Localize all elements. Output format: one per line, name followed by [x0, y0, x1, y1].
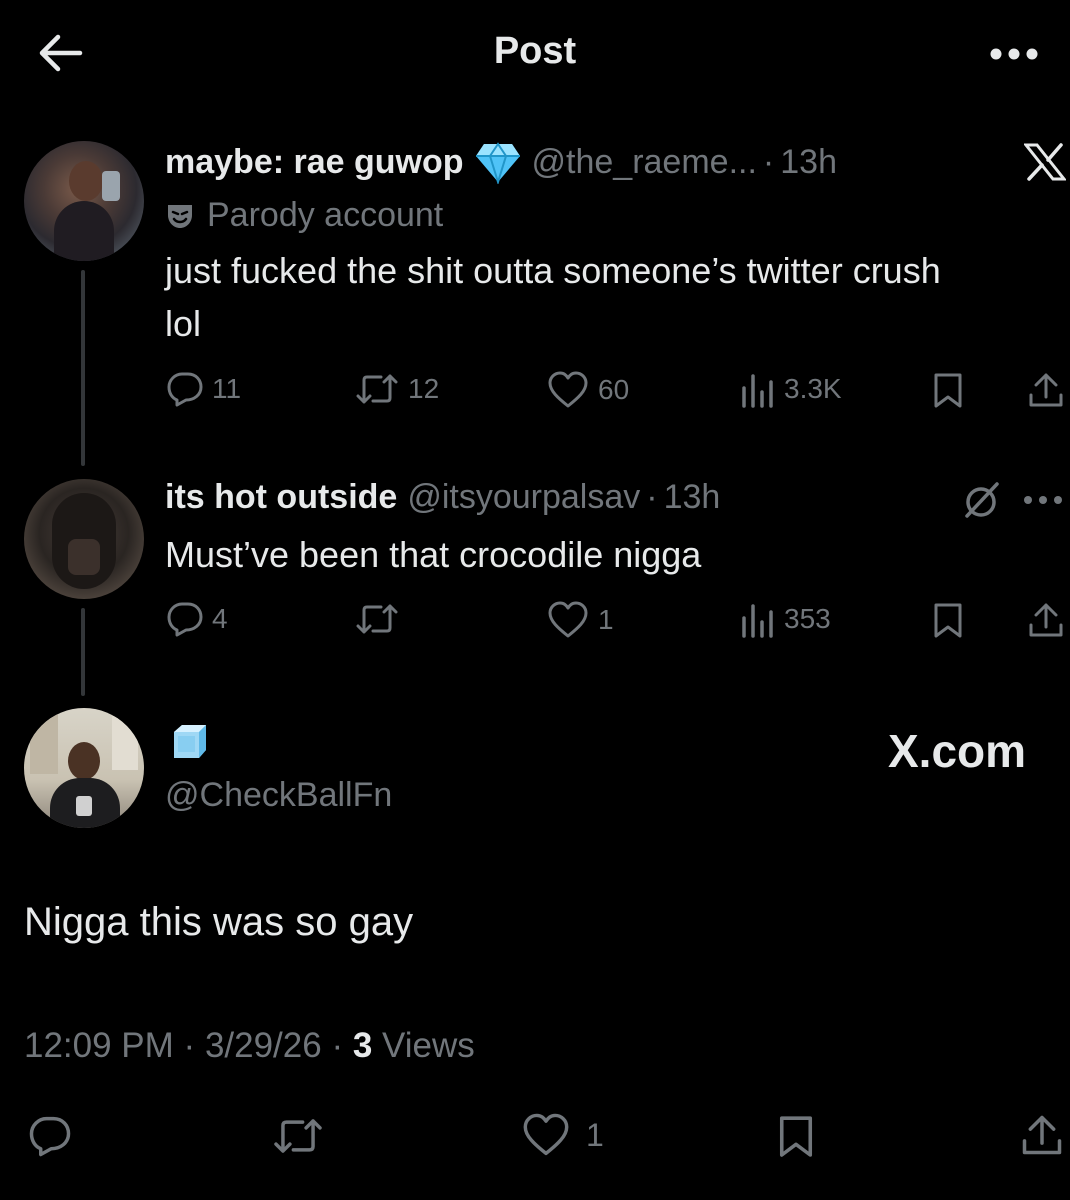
avatar[interactable]: [24, 141, 144, 261]
bookmark-icon: [779, 1116, 813, 1157]
thread-line: [81, 608, 85, 696]
bookmark-icon: [934, 603, 962, 638]
share-icon: [1029, 373, 1063, 407]
repost-icon: [356, 374, 398, 404]
repost-button[interactable]: 12: [354, 370, 439, 408]
tweet-header: its hot outside @itsyourpalsav · 13h: [165, 478, 720, 517]
x-logo-icon: [1024, 143, 1066, 181]
like-icon: [548, 601, 588, 638]
handle[interactable]: @CheckBallFn: [165, 776, 392, 815]
watermark: X.com: [888, 725, 1027, 777]
views-count: 353: [784, 603, 831, 634]
display-name[interactable]: maybe: rae guwop: [165, 143, 464, 182]
parody-label: Parody account: [207, 196, 444, 234]
grok-button[interactable]: [958, 478, 1004, 522]
separator-dot: ·: [183, 1026, 205, 1065]
like-count: 1: [598, 604, 614, 635]
handle[interactable]: @itsyourpalsav: [407, 478, 640, 517]
repost-icon: [274, 1119, 322, 1153]
like-count: 1: [586, 1116, 604, 1153]
reply-count: 11: [212, 373, 242, 404]
reply-button[interactable]: 11: [166, 370, 241, 408]
timestamp[interactable]: 13h: [780, 143, 837, 182]
reply-icon: [29, 1116, 71, 1157]
share-button[interactable]: [1018, 1110, 1066, 1160]
like-button[interactable]: 1: [546, 600, 614, 640]
views-count: 3.3K: [784, 373, 842, 404]
like-icon: [548, 371, 588, 408]
more-button[interactable]: [984, 36, 1044, 72]
main-tweet-text: Nigga this was so gay: [24, 900, 414, 944]
more-button[interactable]: [1020, 486, 1066, 514]
share-icon: [1029, 603, 1063, 637]
post-date: 3/29/26: [204, 1026, 322, 1065]
more-icon: [990, 48, 1038, 60]
views-label: Views: [382, 1026, 475, 1065]
reply-icon: [167, 602, 203, 637]
reply-button[interactable]: [24, 1112, 76, 1160]
tweet-text: Must’ve been that crocodile nigga: [165, 534, 702, 575]
views-icon: [742, 604, 773, 638]
bookmark-button[interactable]: [928, 370, 968, 410]
views-icon: [742, 374, 773, 408]
reply-button[interactable]: 4: [166, 600, 228, 638]
parody-label-row: Parody account: [165, 196, 443, 235]
timestamp[interactable]: 13h: [664, 478, 721, 517]
like-icon: [523, 1113, 569, 1156]
like-button[interactable]: 1: [520, 1112, 604, 1158]
separator-dot: ·: [331, 1026, 353, 1065]
page-title: Post: [493, 30, 577, 72]
bookmark-button[interactable]: [772, 1112, 820, 1160]
repost-count: 12: [408, 373, 440, 404]
display-name[interactable]: its hot outside: [165, 478, 397, 517]
separator-dot: ·: [646, 478, 658, 516]
parody-mask-icon: [168, 204, 192, 228]
like-button[interactable]: 60: [546, 370, 629, 410]
views-number: 3: [352, 1026, 373, 1065]
more-icon: [1024, 496, 1062, 504]
diamond-emoji-icon: [475, 142, 520, 184]
handle-row: @CheckBallFn: [165, 776, 392, 815]
handle[interactable]: @the_raeme...: [532, 143, 757, 182]
share-button[interactable]: [1024, 370, 1068, 410]
ice-cube-emoji-icon: [174, 725, 206, 758]
repost-button[interactable]: [270, 1112, 326, 1160]
views-button[interactable]: 3.3K: [740, 370, 842, 408]
repost-button[interactable]: [354, 600, 408, 638]
share-icon: [1022, 1115, 1062, 1155]
tweet-meta: 12:09 PM · 3/29/26 · 3 Views: [24, 1026, 475, 1066]
x-logo-button[interactable]: [1022, 140, 1068, 184]
share-button[interactable]: [1024, 600, 1068, 640]
thread-line: [81, 270, 85, 466]
avatar[interactable]: [24, 479, 144, 599]
bookmark-button[interactable]: [928, 600, 968, 640]
avatar[interactable]: [24, 708, 144, 828]
like-count: 60: [598, 374, 630, 405]
separator-dot: ·: [762, 142, 775, 181]
bookmark-icon: [934, 373, 962, 408]
grok-icon: [965, 482, 999, 518]
views-button[interactable]: 353: [740, 600, 831, 638]
tweet-header: maybe: rae guwop @the_raeme... · 13h: [165, 140, 837, 184]
tweet-text: just fucked the shit outta someone’s twi…: [165, 250, 941, 344]
post-time: 12:09 PM: [24, 1026, 174, 1065]
repost-icon: [356, 604, 398, 634]
reply-count: 4: [212, 603, 228, 634]
reply-icon: [167, 372, 203, 407]
